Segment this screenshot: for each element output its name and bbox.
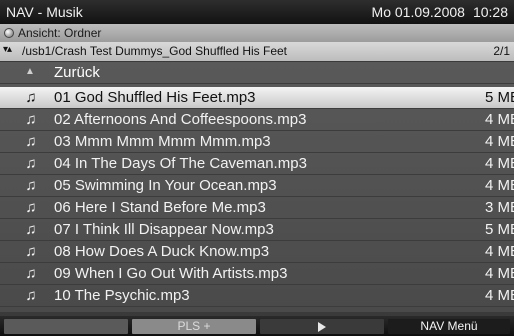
folder-path: /usb1/Crash Test Dummys_God Shuffled His… [22, 44, 288, 58]
file-size: 3 MB [484, 199, 514, 216]
file-size: 4 MB [484, 111, 514, 128]
music-note-icon: ♫ [25, 221, 37, 238]
file-name: 02 Afternoons And Coffeespoons.mp3 [54, 111, 307, 128]
list-item[interactable]: ♫ 05 Swimming In Your Ocean.mp3 4 MB [0, 175, 514, 197]
music-note-icon: ♫ [25, 265, 37, 282]
radio-dot-icon [4, 28, 14, 38]
music-note-icon: ♫ [25, 155, 37, 172]
file-list: ▲ Zurück ♫ 01 God Shuffled His Feet.mp3 … [0, 62, 514, 312]
list-item[interactable]: ♫ 01 God Shuffled His Feet.mp3 5 MB [0, 87, 514, 109]
date-time: Mo 01.09.2008 10:28 [372, 4, 508, 20]
music-note-icon: ♫ [25, 133, 37, 150]
play-button[interactable] [260, 319, 384, 334]
music-note-icon: ♫ [25, 287, 37, 304]
function-key-bar: PLS + NAV Menü [0, 316, 514, 336]
file-name: 08 How Does A Duck Know.mp3 [54, 243, 270, 260]
file-size: 4 MB [484, 155, 514, 172]
music-note-icon: ♫ [25, 177, 37, 194]
file-size: 4 MB [484, 287, 514, 304]
file-name: 01 God Shuffled His Feet.mp3 [54, 89, 256, 106]
file-name: 09 When I Go Out With Artists.mp3 [54, 265, 288, 282]
list-item[interactable]: ♫ 02 Afternoons And Coffeespoons.mp3 4 M… [0, 109, 514, 131]
file-size: 4 MB [484, 133, 514, 150]
music-note-icon: ♫ [25, 199, 37, 216]
back-item[interactable]: ▲ Zurück [0, 62, 514, 84]
file-size: 5 MB [484, 221, 514, 238]
list-item[interactable]: ♫ 06 Here I Stand Before Me.mp3 3 MB [0, 197, 514, 219]
play-icon [318, 321, 326, 332]
file-name: 05 Swimming In Your Ocean.mp3 [54, 177, 277, 194]
list-item[interactable]: ♫ 04 In The Days Of The Caveman.mp3 4 MB [0, 153, 514, 175]
screen-title: NAV - Musik [6, 4, 83, 20]
page-indicator: 2/1 [493, 44, 510, 58]
file-name: 06 Here I Stand Before Me.mp3 [54, 199, 266, 216]
up-down-arrows-icon: ▾▴ [3, 44, 12, 55]
file-name: 03 Mmm Mmm Mmm Mmm.mp3 [54, 133, 271, 150]
list-item[interactable]: ♫ 10 The Psychic.mp3 4 MB [0, 285, 514, 307]
file-size: 4 MB [484, 243, 514, 260]
file-size: 5 MB [484, 89, 514, 106]
time-text: 10:28 [472, 4, 508, 20]
list-item[interactable]: ♫ 07 I Think Ill Disappear Now.mp3 5 MB [0, 219, 514, 241]
list-item[interactable]: ♫ 08 How Does A Duck Know.mp3 4 MB [0, 241, 514, 263]
music-note-icon: ♫ [25, 89, 37, 106]
back-label: Zurück [54, 64, 100, 81]
file-name: 10 The Psychic.mp3 [54, 287, 190, 304]
list-item[interactable]: ♫ 09 When I Go Out With Artists.mp3 4 MB [0, 263, 514, 285]
title-bar: NAV - Musik Mo 01.09.2008 10:28 [0, 0, 514, 24]
red-function-button[interactable] [4, 319, 128, 334]
path-bar: ▾▴ /usb1/Crash Test Dummys_God Shuffled … [0, 42, 514, 61]
file-name: 07 I Think Ill Disappear Now.mp3 [54, 221, 274, 238]
view-mode-label: Ansicht: Ordner [18, 26, 102, 40]
file-size: 4 MB [484, 265, 514, 282]
music-note-icon: ♫ [25, 111, 37, 128]
file-name: 04 In The Days Of The Caveman.mp3 [54, 155, 307, 172]
music-navigator-screen: NAV - Musik Mo 01.09.2008 10:28 Ansicht: … [0, 0, 514, 336]
back-arrow-icon: ▲ [25, 66, 35, 77]
date-text: Mo 01.09.2008 [371, 4, 465, 20]
music-note-icon: ♫ [25, 243, 37, 260]
nav-menu-button[interactable]: NAV Menü [388, 319, 510, 334]
playlist-add-button[interactable]: PLS + [132, 319, 256, 334]
view-mode-bar[interactable]: Ansicht: Ordner [0, 24, 514, 42]
file-size: 4 MB [484, 177, 514, 194]
list-item[interactable]: ♫ 03 Mmm Mmm Mmm Mmm.mp3 4 MB [0, 131, 514, 153]
